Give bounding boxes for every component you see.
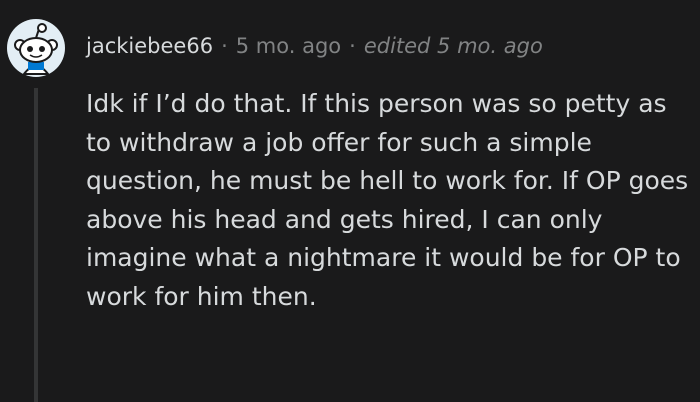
comment-body: Idk if I’d do that. If this person was s… — [86, 85, 696, 316]
thread-collapse-line[interactable] — [34, 88, 38, 402]
meta-separator: · — [221, 34, 228, 58]
edited-label: edited 5 mo. ago — [363, 34, 543, 58]
comment-card: jackiebee66 · 5 mo. ago · edited 5 mo. ago I… — [0, 0, 700, 402]
username-link[interactable]: jackiebee66 — [86, 34, 213, 58]
snoo-avatar-icon[interactable] — [6, 18, 66, 78]
timestamp-link[interactable]: 5 mo. ago — [236, 34, 341, 58]
comment-header: jackiebee66 · 5 mo. ago · edited 5 mo. ago — [86, 30, 543, 62]
comment-text: Idk if I’d do that. If this person was s… — [86, 89, 689, 311]
meta-separator: · — [349, 34, 356, 58]
